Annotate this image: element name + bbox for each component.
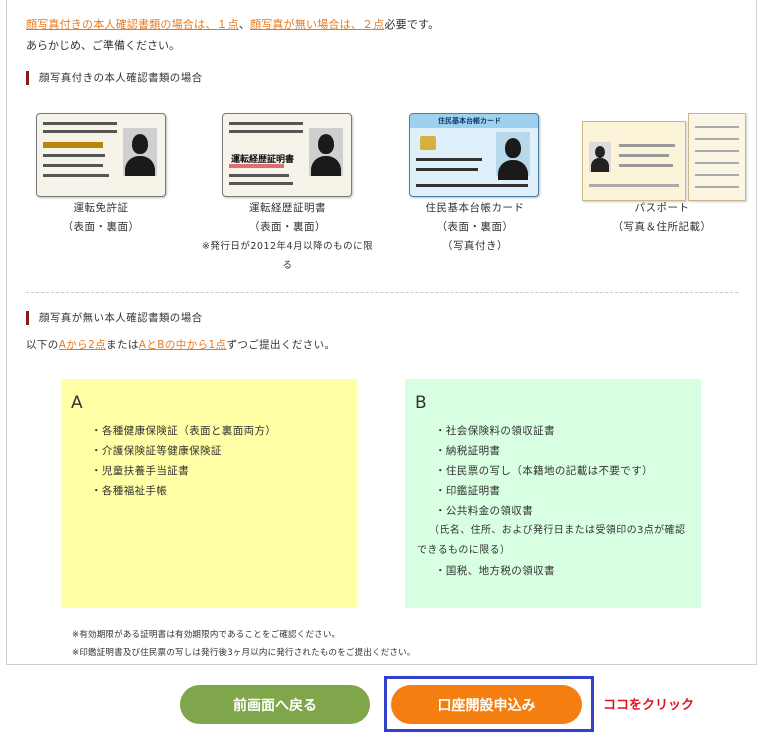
link-a-two-items[interactable]: Aから2点 — [59, 339, 106, 351]
instruction-suffix: ずつご提出ください。 — [226, 339, 336, 351]
list-item: ・国税、地方税の領収書 — [435, 565, 555, 577]
document-list-b: B ・社会保険料の領収証書 ・納税証明書 ・住民票の写し（本籍地の記載は不要です… — [405, 379, 701, 608]
resident-card-label: 住民基本台帳カード — [425, 202, 525, 214]
caption-passport: パスポート （写真＆住所記載） — [592, 199, 732, 237]
resident-card-sub: （表面・裏面） — [436, 221, 514, 233]
list-b-letter: B — [415, 393, 427, 413]
intro-line-1: 顔写真付きの本人確認書類の場合は、１点、顔写真が無い場合は、２点必要です。 — [26, 16, 439, 32]
passport-image — [582, 121, 686, 201]
caption-drivers-license: 運転免許証 （表面・裏面） — [36, 199, 166, 237]
drivers-license-image — [36, 113, 166, 197]
driving-history-label: 運転経歴証明書 — [249, 202, 326, 214]
list-a-letter: A — [71, 393, 83, 413]
footnote-recency: ※印鑑証明書及び住民票の写しは発行後3ヶ月以内に発行されたものをご提出ください。 — [72, 648, 416, 658]
footnote-validity: ※有効期限がある証明書は有効期限内であることをご確認ください。 — [72, 630, 341, 640]
back-button[interactable]: 前画面へ戻る — [180, 685, 370, 724]
list-item: ・納税証明書 — [435, 445, 501, 457]
click-here-label: ココをクリック — [603, 698, 695, 713]
intro-line-2: あらかじめ、ご準備ください。 — [26, 39, 180, 52]
resident-card-text: 住民基本台帳カード — [438, 117, 501, 125]
drivers-license-sub: （表面・裏面） — [62, 221, 140, 233]
caption-resident-card: 住民基本台帳カード （表面・裏面） （写真付き） — [400, 199, 550, 256]
section-divider — [26, 292, 738, 293]
passport-sub: （写真＆住所記載） — [612, 221, 712, 233]
link-a-and-b-one-each[interactable]: AとBの中から1点 — [139, 339, 227, 351]
section-title-without-photo: 顔写真が無い本人確認書類の場合 — [26, 311, 203, 325]
intro-link-no-photo[interactable]: 顔写真が無い場合は、２点 — [250, 18, 384, 31]
without-photo-instruction: 以下のAから2点またはAとBの中から1点ずつご提出ください。 — [26, 337, 335, 352]
resident-card-sub2: （写真付き） — [442, 240, 508, 252]
list-item: ・各種健康保険証（表面と裏面両方） — [91, 425, 277, 437]
intro-link-photo-id[interactable]: 顔写真付きの本人確認書類の場合は、１点 — [26, 18, 239, 31]
driving-history-certificate-image: 運転経歴証明書 — [222, 113, 352, 197]
driving-history-note: ※発行日が2012年4月以降のものに限 — [201, 241, 374, 252]
passport-address-page-image — [688, 113, 746, 201]
driving-history-sub: （表面・裏面） — [249, 221, 326, 233]
passport-label: パスポート — [634, 202, 690, 214]
drivers-license-label: 運転免許証 — [73, 202, 129, 214]
list-item: ・社会保険料の領収証書 — [435, 425, 555, 437]
list-item: ・児童扶養手当証書 — [91, 465, 190, 477]
list-item: ・各種福祉手帳 — [91, 485, 168, 497]
list-item-condition-cont: できるものに限る） — [417, 545, 511, 556]
driving-history-note-cont: る — [282, 260, 293, 271]
list-item: ・住民票の写し（本籍地の記載は不要です） — [435, 465, 653, 477]
intro-tail: 必要です。 — [384, 18, 440, 31]
apply-account-button[interactable]: 口座開設申込み — [391, 685, 582, 724]
instruction-prefix: 以下の — [26, 339, 59, 351]
document-list-a: A ・各種健康保険証（表面と裏面両方） ・介護保険証等健康保険証 ・児童扶養手当… — [61, 379, 357, 608]
list-item: ・公共料金の領収書 — [435, 505, 534, 517]
instruction-middle: または — [106, 339, 139, 351]
list-item: ・介護保険証等健康保険証 — [91, 445, 222, 457]
ic-chip-icon — [420, 136, 436, 150]
caption-driving-history: 運転経歴証明書 （表面・裏面） ※発行日が2012年4月以降のものに限 る — [200, 199, 375, 275]
resident-register-card-image: 住民基本台帳カード — [409, 113, 539, 197]
list-item: ・印鑑証明書 — [435, 485, 501, 497]
list-item-condition: （氏名、住所、および発行日または受領印の3点が確認 — [429, 525, 686, 536]
intro-separator: 、 — [238, 18, 251, 31]
section-title-with-photo: 顔写真付きの本人確認書類の場合 — [26, 71, 203, 85]
